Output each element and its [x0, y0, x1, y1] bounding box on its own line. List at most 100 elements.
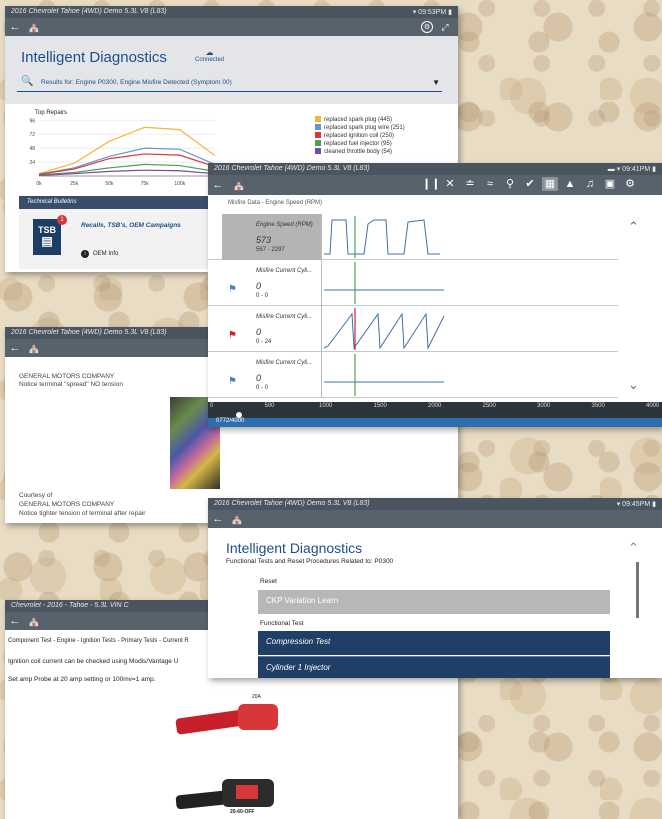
check-icon[interactable]: ✔ — [522, 177, 538, 191]
scale-tick-label: 1500 — [373, 403, 387, 409]
channel-name: Misfire Current Cyli... — [256, 314, 313, 320]
timeline-scale[interactable]: 0 500 1000 1500 2000 2500 3000 3500 4000 0772/40… — [208, 402, 662, 427]
zoom-icon[interactable]: ⚲ — [502, 177, 518, 191]
close-icon[interactable]: ✕ — [442, 177, 458, 191]
cloud-icon: ☁ — [205, 48, 214, 57]
channel-value: 0 — [256, 281, 262, 291]
lock-icon[interactable]: ▲ — [562, 177, 578, 191]
legend-swatch — [315, 132, 321, 139]
channel-row[interactable]: Misfire Current Cyli... 0 0 - 0 ⚑ — [208, 352, 618, 398]
channel-list: Engine Speed (RPM) 573 567 - 2297 Misfire C… — [208, 214, 618, 402]
channel-row[interactable]: Engine Speed (RPM) 573 567 - 2297 — [208, 214, 618, 260]
legend-item: replaced ignition coil (250) — [315, 132, 405, 140]
flag-icon[interactable]: ⚑ — [228, 376, 237, 387]
garage-icon[interactable]: ⛪ — [232, 179, 246, 191]
status-bar: 2016 Chevrolet Tahoe (4WD) Demo 5.3L V8 … — [208, 498, 662, 510]
bell-icon[interactable]: ♫ — [582, 177, 598, 191]
settings-icon[interactable]: ⚙ — [622, 177, 638, 191]
flag-icon[interactable]: ⚑ — [228, 284, 237, 295]
scale-tick-label: 2000 — [428, 403, 442, 409]
channel-label[interactable]: Misfire Current Cyli... 0 0 - 0 ⚑ — [222, 260, 322, 306]
garage-icon[interactable]: ⛪ — [27, 21, 41, 33]
amp-clamp-image-1: 20A — [170, 692, 292, 746]
channel-label[interactable]: Misfire Current Cyli... 0 0 - 0 ⚑ — [222, 352, 322, 398]
breadcrumb: Component Test - Engine - Ignition Tests… — [8, 638, 189, 644]
legend-label: replaced ignition coil (250) — [324, 133, 395, 139]
x-tick-label: 100k — [174, 181, 185, 186]
garage-icon[interactable]: ⛪ — [27, 615, 41, 627]
legend-swatch — [315, 124, 321, 131]
scrollbar[interactable] — [636, 562, 639, 618]
channel-graph — [324, 354, 444, 396]
channel-range: 0 - 0 — [256, 293, 269, 299]
garage-icon[interactable]: ⛪ — [27, 342, 41, 354]
functional-test-cylinder-1[interactable]: Cylinder 1 Injector — [258, 656, 610, 678]
signal-trace — [324, 312, 445, 350]
x-tick-label: 75k — [141, 181, 150, 186]
info-icon: i — [81, 250, 89, 258]
toolbar: ← ⛪ ❙❙ ✕ ≐ ≈ ⚲ ✔ ▦ ▲ ♫ ▣ ⚙ — [208, 175, 662, 195]
channel-name: Misfire Current Cyli... — [256, 360, 313, 366]
chevron-up-icon[interactable]: ⌃ — [628, 219, 639, 235]
scale-tick-label: 3000 — [537, 403, 551, 409]
back-arrow-icon[interactable]: ← — [212, 513, 224, 525]
legend-item: replaced spark plug wire (251) — [315, 124, 405, 132]
channel-label[interactable]: Engine Speed (RPM) 573 567 - 2297 — [222, 214, 322, 260]
courtesy-line: Courtesy of — [19, 492, 53, 499]
reset-label: Reset — [260, 578, 277, 585]
functional-test-compression[interactable]: Compression Test — [258, 631, 610, 655]
legend-item: replaced spark plug (445) — [315, 116, 405, 124]
flag-icon[interactable]: ⚑ — [228, 330, 237, 341]
reset-item-ckp[interactable]: CKP Variation Learn — [258, 590, 610, 614]
graph-icon[interactable]: ≈ — [482, 177, 498, 191]
chevron-up-icon[interactable]: ⌃ — [628, 540, 639, 556]
chevron-down-icon[interactable]: ⌄ — [628, 377, 639, 393]
chevron-down-icon: ▼ — [432, 78, 440, 87]
x-tick-label: 0k — [36, 181, 42, 186]
legend-item: cleaned throttle body (54) — [315, 148, 405, 156]
back-arrow-icon[interactable]: ← — [9, 21, 21, 33]
status-bar: 2016 Chevrolet Tahoe (4WD) Demo 5.3L V8 … — [5, 6, 458, 18]
back-arrow-icon[interactable]: ← — [9, 615, 21, 627]
channel-range: 0 - 24 — [256, 339, 272, 345]
fix-icon[interactable]: ≐ — [462, 177, 478, 191]
y-tick-label: 24 — [29, 160, 35, 166]
results-dropdown[interactable]: 🔍 Results for: Engine P0300, Engine Misf… — [17, 76, 442, 92]
garage-icon[interactable]: ⛪ — [230, 513, 244, 525]
status-time: ▬ ▾ 09:41PM ▮ — [607, 166, 656, 173]
top-repairs-chart: 967248240k25k50k75k100k125k — [29, 118, 217, 186]
back-arrow-icon[interactable]: ← — [9, 342, 21, 354]
channel-row[interactable]: Misfire Current Cyli... 0 0 - 24 ⚑ — [208, 306, 618, 352]
clamp-label-2: 20-60-OFF — [230, 809, 255, 815]
recalls-link[interactable]: Recalls, TSB's, OEM Campaigns — [81, 222, 181, 229]
pause-icon[interactable]: ❙❙ — [422, 177, 440, 191]
channel-graph — [324, 262, 444, 304]
oem-info-link[interactable]: i OEM Info — [81, 250, 118, 258]
page-title: Intelligent Diagnostics — [226, 540, 363, 556]
instruction-text-1: Ignition coil current can be checked usi… — [8, 658, 179, 665]
layout-icon[interactable]: ▦ — [542, 177, 558, 191]
channel-label[interactable]: Misfire Current Cyli... 0 0 - 24 ⚑ — [222, 306, 322, 352]
legend-label: replaced spark plug (445) — [324, 117, 393, 123]
legend-label: cleaned throttle body (54) — [324, 149, 393, 155]
y-tick-label: 48 — [29, 146, 35, 152]
expand-icon[interactable]: ⤢ — [439, 21, 451, 33]
x-tick-label: 25k — [70, 181, 79, 186]
notice-line-2: Notice tighter tension of terminal after… — [19, 510, 146, 517]
status-time: ▾ 09:45PM ▮ — [616, 501, 656, 508]
channel-value: 0 — [256, 327, 262, 337]
search-car-icon: 🔍 — [21, 76, 34, 87]
settings-icon[interactable]: ⚙ — [421, 21, 433, 33]
scale-tick-label: 3500 — [591, 403, 605, 409]
channel-value: 0 — [256, 373, 262, 383]
notice-line-1: Notice terminal "spread" NO tension — [19, 381, 123, 388]
vehicle-title: 2016 Chevrolet Tahoe (4WD) Demo 5.3L V8 … — [214, 500, 370, 507]
status-bar: 2016 Chevrolet Tahoe (4WD) Demo 5.3L V8 … — [208, 163, 662, 175]
timeline-track — [208, 418, 662, 427]
save-icon[interactable]: ▣ — [602, 177, 618, 191]
channel-range: 0 - 0 — [256, 385, 269, 391]
channel-row[interactable]: Misfire Current Cyli... 0 0 - 0 ⚑ — [208, 260, 618, 306]
instruction-text-2: Set amp Probe at 20 amp setting or 100mv… — [8, 676, 156, 683]
company-line-2: GENERAL MOTORS COMPANY — [19, 501, 115, 508]
back-arrow-icon[interactable]: ← — [212, 179, 224, 191]
